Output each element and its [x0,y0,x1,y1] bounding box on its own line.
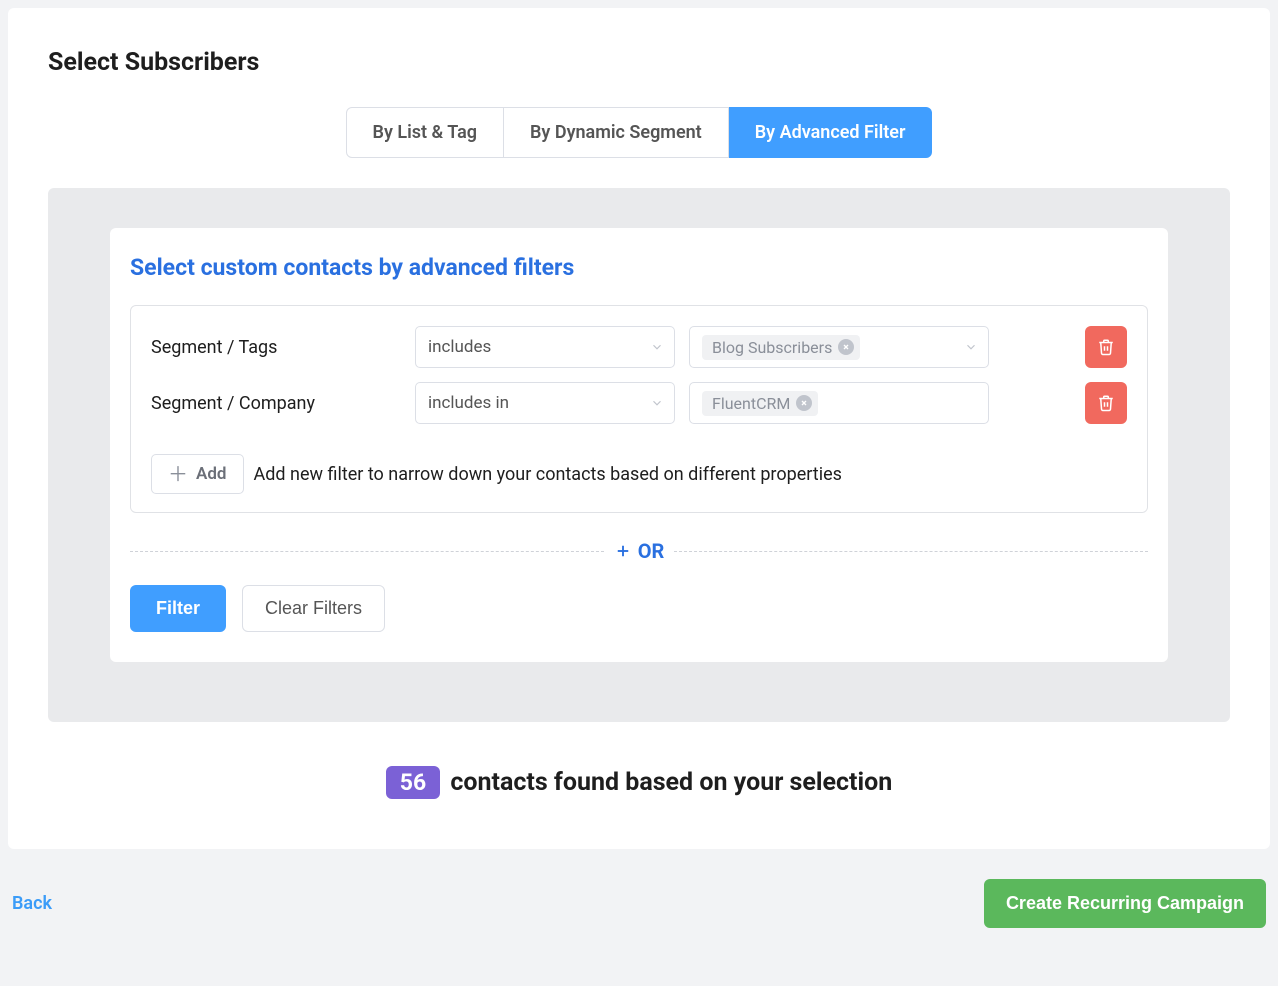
or-divider: OR [130,539,1148,563]
tag-chip: Blog Subscribers [702,335,860,360]
operator-select[interactable]: includes [415,326,675,368]
main-card: Select Subscribers By List & Tag By Dyna… [8,8,1270,849]
page-title: Select Subscribers [48,48,1230,77]
tag-chip-label: Blog Subscribers [712,338,832,357]
chevron-down-icon [650,396,664,410]
trash-icon [1097,394,1115,412]
results-count-badge: 56 [386,766,440,799]
plus-icon [614,542,632,560]
tab-by-advanced-filter[interactable]: By Advanced Filter [729,107,933,158]
or-label: OR [638,539,665,563]
chevron-down-icon [964,340,978,354]
plus-icon: ＋ [168,464,188,484]
delete-row-button[interactable] [1085,382,1127,424]
tags-select[interactable]: FluentCRM [689,382,989,424]
delete-row-button[interactable] [1085,326,1127,368]
add-filter-hint: Add new filter to narrow down your conta… [254,464,842,485]
filter-row: Segment / Tags includes Blog Subscribers [151,326,1127,368]
close-icon[interactable] [796,395,812,411]
tag-chip: FluentCRM [702,391,818,416]
close-icon[interactable] [838,339,854,355]
filter-actions: Filter Clear Filters [130,585,1148,632]
back-button[interactable]: Back [12,893,52,914]
filter-button[interactable]: Filter [130,585,226,632]
results-summary: 56 contacts found based on your selectio… [48,766,1230,799]
divider-line [674,551,1148,552]
add-filter-button[interactable]: ＋ Add [151,454,244,494]
tab-by-list-tag[interactable]: By List & Tag [346,107,504,158]
operator-value: includes in [428,393,509,413]
filter-group: Segment / Tags includes Blog Subscribers [130,305,1148,513]
chevron-down-icon [650,340,664,354]
results-summary-text: contacts found based on your selection [450,768,892,797]
trash-icon [1097,338,1115,356]
filter-panel: Select custom contacts by advanced filte… [110,228,1168,662]
operator-select[interactable]: includes in [415,382,675,424]
tab-by-dynamic-segment[interactable]: By Dynamic Segment [504,107,729,158]
tabs: By List & Tag By Dynamic Segment By Adva… [48,107,1230,158]
add-or-group-button[interactable]: OR [614,539,665,563]
filter-row-label: Segment / Tags [151,337,401,358]
filter-area: Select custom contacts by advanced filte… [48,188,1230,722]
operator-value: includes [428,337,491,357]
create-recurring-campaign-button[interactable]: Create Recurring Campaign [984,879,1266,928]
add-button-label: Add [196,464,227,484]
divider-line [130,551,604,552]
filter-row: Segment / Company includes in FluentCRM [151,382,1127,424]
add-filter-row: ＋ Add Add new filter to narrow down your… [151,454,1127,494]
tags-select[interactable]: Blog Subscribers [689,326,989,368]
clear-filters-button[interactable]: Clear Filters [242,585,385,632]
filter-row-label: Segment / Company [151,393,401,414]
filter-panel-title: Select custom contacts by advanced filte… [130,254,1148,281]
tag-chip-label: FluentCRM [712,394,790,413]
footer: Back Create Recurring Campaign [8,849,1270,958]
